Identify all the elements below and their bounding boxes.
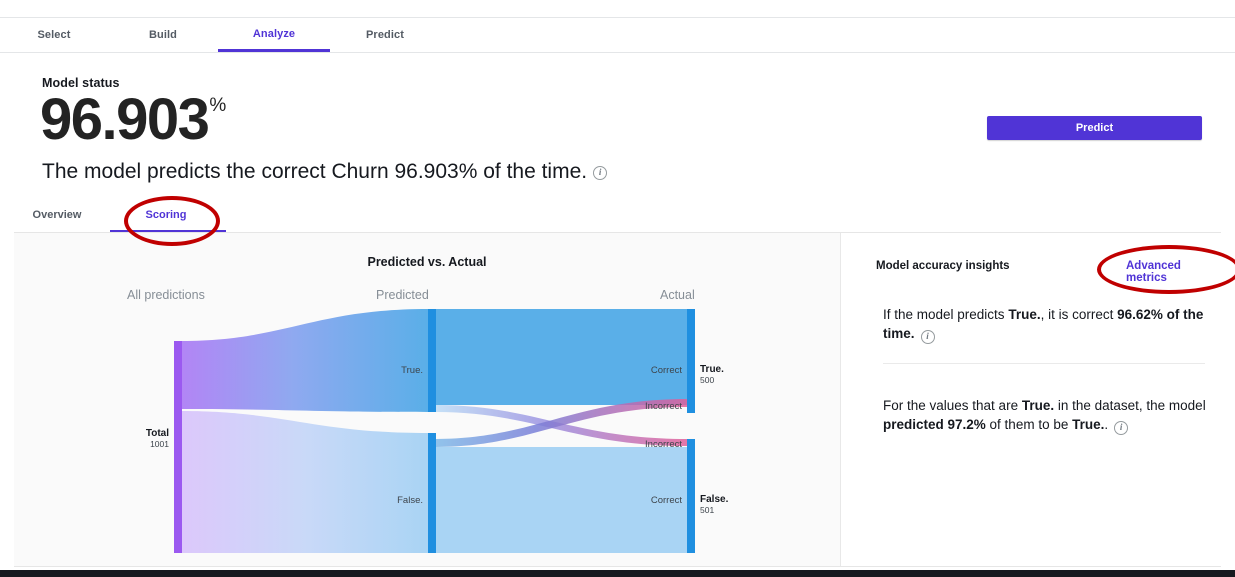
wizard-tab-build-label: Build bbox=[149, 29, 177, 41]
flow-label-incorrect-lower: Incorrect bbox=[645, 439, 682, 450]
sankey-diagram: Total 1001 True. False. Correct Incorrec… bbox=[146, 309, 729, 553]
wizard-tab-build[interactable]: Build bbox=[108, 18, 218, 52]
scoring-panel: Predicted vs. Actual All predictions Pre… bbox=[14, 232, 1221, 567]
node-actual-false-bar[interactable] bbox=[687, 439, 695, 553]
wizard-tab-predict[interactable]: Predict bbox=[330, 18, 440, 52]
node-actual-false-value: 501 bbox=[700, 505, 714, 515]
wizard-tab-select[interactable]: Select bbox=[0, 18, 108, 52]
flow-label-correct-upper: Correct bbox=[651, 365, 683, 376]
accuracy-number: 96.903 bbox=[40, 87, 210, 152]
info-icon[interactable]: i bbox=[593, 166, 608, 180]
accuracy-description: The model predicts the correct Churn 96.… bbox=[42, 160, 608, 184]
node-total-label: Total bbox=[146, 428, 169, 439]
accuracy-description-text: The model predicts the correct Churn 96.… bbox=[42, 160, 588, 183]
insight2-text2: in the dataset, the model bbox=[1054, 398, 1206, 413]
flow-total-to-predicted-true bbox=[182, 309, 428, 412]
insights-heading: Model accuracy insights bbox=[876, 260, 1010, 272]
insight2-bold2: predicted 97.2% bbox=[883, 417, 986, 432]
wizard-tabbar: Select Build Analyze Predict bbox=[0, 17, 1235, 53]
wizard-tab-analyze[interactable]: Analyze bbox=[218, 18, 330, 52]
flow-predicted-true-to-actual-true-correct bbox=[436, 309, 687, 405]
tab-overview-label: Overview bbox=[32, 209, 82, 221]
node-actual-true-label: True. bbox=[700, 364, 724, 375]
accuracy-value: 96.903 % bbox=[40, 87, 227, 152]
percent-symbol: % bbox=[209, 95, 227, 116]
insight-block-precision: If the model predicts True., it is corre… bbox=[883, 305, 1213, 344]
insight2-text4: . bbox=[1104, 417, 1109, 432]
insight1-text1: If the model predicts bbox=[883, 307, 1009, 322]
info-icon[interactable]: i bbox=[920, 330, 935, 344]
window-bottom-strip bbox=[0, 570, 1235, 577]
section-tabbar: Overview Scoring bbox=[0, 200, 1235, 232]
node-actual-true-bar[interactable] bbox=[687, 309, 695, 413]
sankey-region: Predicted vs. Actual All predictions Pre… bbox=[14, 233, 840, 566]
tab-scoring-label: Scoring bbox=[145, 209, 187, 221]
insight2-bold3: True. bbox=[1072, 417, 1105, 432]
node-predicted-false-bar[interactable] bbox=[428, 433, 436, 553]
node-actual-true-value: 500 bbox=[700, 375, 714, 385]
advanced-metrics-link[interactable]: Advanced metrics bbox=[1126, 260, 1221, 284]
insights-divider bbox=[883, 363, 1205, 364]
node-total-value: 1001 bbox=[150, 439, 169, 449]
tab-overview[interactable]: Overview bbox=[26, 200, 88, 230]
node-total-bar[interactable] bbox=[174, 341, 182, 553]
wizard-tab-select-label: Select bbox=[37, 29, 71, 41]
insights-region: Model accuracy insights Advanced metrics… bbox=[841, 233, 1221, 566]
predict-button[interactable]: Predict bbox=[987, 116, 1202, 140]
insight2-text1: For the values that are bbox=[883, 398, 1022, 413]
flow-label-predicted-false: False. bbox=[397, 495, 423, 506]
info-icon[interactable]: i bbox=[1114, 421, 1129, 435]
node-actual-false-label: False. bbox=[700, 494, 729, 505]
flow-predicted-false-to-actual-false-correct bbox=[436, 447, 687, 553]
insight2-bold1: True. bbox=[1021, 398, 1055, 413]
flow-total-to-predicted-false bbox=[182, 411, 428, 553]
model-analyze-page: Select Build Analyze Predict Model statu… bbox=[0, 0, 1235, 577]
flow-label-correct-lower: Correct bbox=[651, 495, 683, 506]
tab-scoring[interactable]: Scoring bbox=[136, 200, 196, 230]
wizard-tab-predict-label: Predict bbox=[366, 29, 404, 41]
wizard-tab-analyze-label: Analyze bbox=[252, 27, 296, 40]
flow-label-predicted-true: True. bbox=[401, 365, 423, 376]
insight1-text2: , it is correct bbox=[1040, 307, 1118, 322]
window-top-strip bbox=[0, 0, 1235, 17]
insight2-text3: of them to be bbox=[985, 417, 1073, 432]
flow-label-incorrect-upper: Incorrect bbox=[645, 401, 682, 412]
insight1-bold1: True. bbox=[1008, 307, 1041, 322]
predict-button-label: Predict bbox=[1075, 122, 1114, 134]
insight-block-recall: For the values that are True. in the dat… bbox=[883, 396, 1213, 435]
node-predicted-true-bar[interactable] bbox=[428, 309, 436, 412]
